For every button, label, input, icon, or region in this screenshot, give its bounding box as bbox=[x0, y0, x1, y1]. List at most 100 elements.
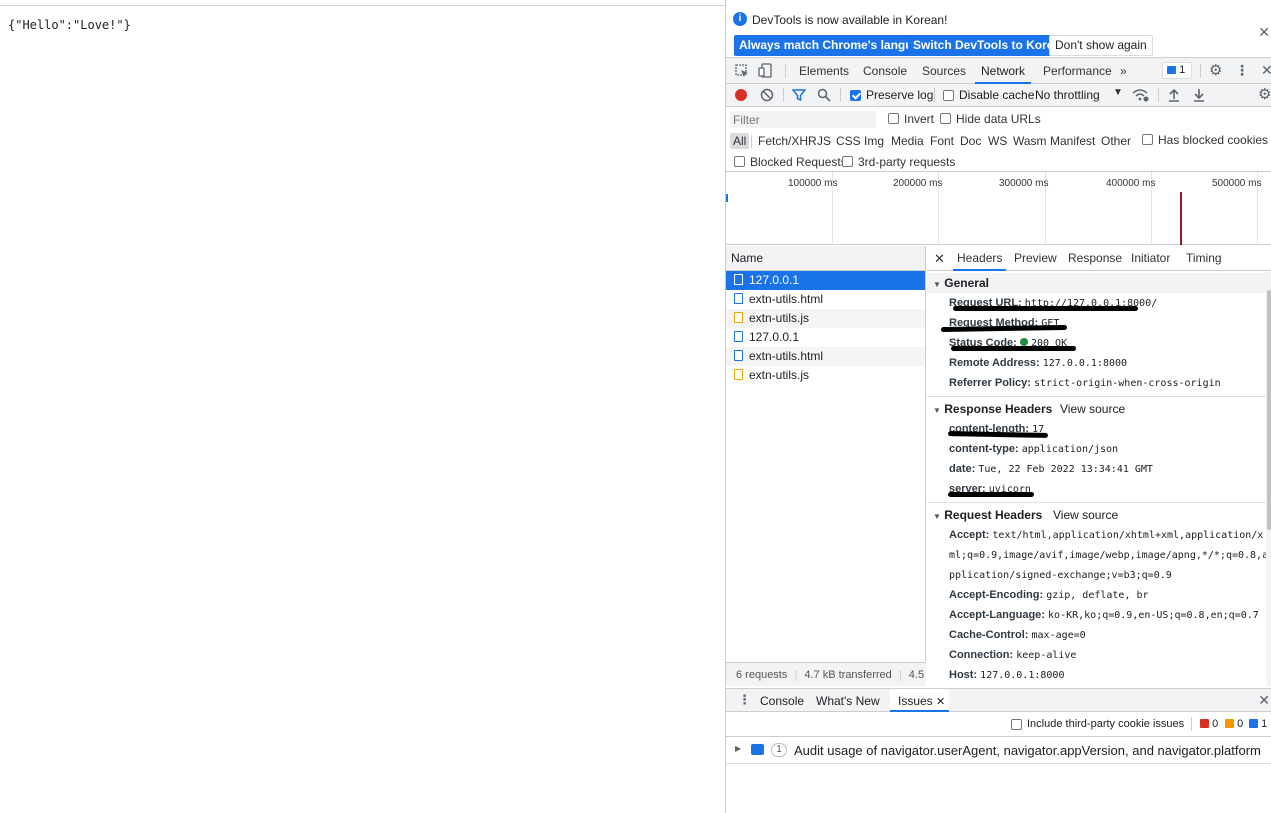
expand-arrow-icon[interactable]: ▶ bbox=[735, 744, 741, 753]
document-icon bbox=[734, 293, 743, 304]
issue-item[interactable]: ▶ 1 Audit usage of navigator.userAgent, … bbox=[726, 738, 1271, 764]
info-message-icon bbox=[1249, 719, 1258, 728]
drawer-menu-icon[interactable]: ⋮ bbox=[738, 692, 751, 708]
header-accept-encoding: Accept-Encoding: gzip, deflate, br bbox=[949, 589, 1149, 601]
invert-checkbox[interactable] bbox=[888, 112, 899, 126]
request-detail-panel: ✕ Headers Preview Response Initiator Tim… bbox=[927, 246, 1271, 686]
issue-error-count: 0 bbox=[1200, 718, 1218, 730]
view-source-link[interactable]: View source bbox=[1053, 505, 1118, 525]
dont-show-again-button[interactable]: Don't show again bbox=[1049, 35, 1153, 56]
search-icon[interactable] bbox=[817, 88, 831, 102]
drawer-tab-issues[interactable]: Issues ✕ bbox=[890, 689, 950, 712]
request-row[interactable]: extn-utils.html bbox=[726, 290, 925, 309]
filter-type-ws[interactable]: WS bbox=[988, 134, 1007, 148]
switch-korean-button[interactable]: Switch DevTools to Korean bbox=[908, 35, 1073, 56]
tab-headers[interactable]: Headers bbox=[953, 246, 1007, 271]
filter-type-img[interactable]: Img bbox=[864, 134, 884, 148]
drawer-tab-console[interactable]: Console bbox=[760, 694, 804, 708]
close-detail-icon[interactable]: ✕ bbox=[934, 246, 945, 271]
header-request-url: Request URL: http://127.0.0.1:8000/ bbox=[949, 297, 1158, 311]
close-icon[interactable]: ✕ bbox=[1258, 24, 1270, 41]
redaction-scribble bbox=[953, 306, 1138, 311]
network-settings-icon[interactable]: ⚙ bbox=[1258, 85, 1271, 103]
record-icon[interactable] bbox=[735, 89, 747, 101]
request-row[interactable]: 127.0.0.1 bbox=[726, 271, 925, 290]
request-row[interactable]: extn-utils.html bbox=[726, 347, 925, 366]
throttling-select[interactable]: No throttling bbox=[1035, 88, 1100, 102]
blocked-requests-checkbox[interactable] bbox=[734, 155, 745, 169]
timeline-tick: 500000 ms bbox=[1212, 178, 1262, 189]
network-overview-timeline[interactable]: 100000 ms 200000 ms 300000 ms 400000 ms … bbox=[726, 172, 1271, 245]
main-tab-bar: Elements Console Sources Network Perform… bbox=[726, 58, 1271, 84]
close-devtools-icon[interactable]: ✕ bbox=[1261, 62, 1271, 79]
timeline-tick: 300000 ms bbox=[999, 178, 1049, 189]
filter-type-wasm[interactable]: Wasm bbox=[1013, 134, 1047, 148]
request-headers-section-header[interactable]: ▼ Request Headers View source bbox=[927, 505, 1271, 525]
inspect-element-icon[interactable] bbox=[735, 64, 749, 78]
filter-type-css[interactable]: CSS bbox=[836, 134, 861, 148]
filter-type-js[interactable]: JS bbox=[817, 134, 831, 148]
header-cache-control: Cache-Control: max-age=0 bbox=[949, 629, 1086, 641]
third-party-label: 3rd-party requests bbox=[858, 155, 956, 169]
tab-elements[interactable]: Elements bbox=[799, 58, 849, 84]
drawer-tab-whats-new[interactable]: What's New bbox=[816, 694, 880, 708]
chevron-down-icon[interactable]: ▼ bbox=[1113, 87, 1123, 98]
tab-timing[interactable]: Timing bbox=[1186, 246, 1222, 271]
transferred-size: 4.7 kB transferred bbox=[804, 669, 892, 681]
tab-console[interactable]: Console bbox=[863, 58, 907, 84]
tab-initiator[interactable]: Initiator bbox=[1131, 246, 1170, 271]
clear-icon[interactable] bbox=[760, 88, 774, 102]
column-header-name[interactable]: Name bbox=[726, 246, 925, 271]
message-icon bbox=[751, 744, 764, 755]
close-drawer-icon[interactable]: ✕ bbox=[1258, 692, 1270, 709]
filter-type-fetch-xhr[interactable]: Fetch/XHR bbox=[758, 134, 817, 148]
filter-type-other[interactable]: Other bbox=[1101, 134, 1131, 148]
more-options-icon[interactable]: ⋮ bbox=[1235, 62, 1249, 79]
third-party-issues-checkbox[interactable] bbox=[1011, 718, 1022, 732]
tab-performance[interactable]: Performance bbox=[1043, 58, 1112, 84]
preserve-log-checkbox[interactable] bbox=[850, 89, 861, 103]
request-row[interactable]: extn-utils.js bbox=[726, 366, 925, 385]
filter-type-font[interactable]: Font bbox=[930, 134, 954, 148]
tab-response[interactable]: Response bbox=[1068, 246, 1122, 271]
hide-data-urls-checkbox[interactable] bbox=[940, 112, 951, 126]
tab-preview[interactable]: Preview bbox=[1014, 246, 1057, 271]
more-tabs-button[interactable]: » bbox=[1120, 58, 1127, 84]
request-row[interactable]: 127.0.0.1 bbox=[726, 328, 925, 347]
import-har-icon[interactable] bbox=[1167, 87, 1181, 102]
tab-network[interactable]: Network bbox=[975, 58, 1032, 84]
network-conditions-icon[interactable] bbox=[1132, 88, 1150, 102]
response-headers-section-header[interactable]: ▼ Response Headers View source bbox=[927, 399, 1271, 419]
hide-data-urls-label: Hide data URLs bbox=[956, 112, 1041, 126]
close-tab-icon[interactable]: ✕ bbox=[936, 696, 945, 708]
timeline-load-marker bbox=[1180, 192, 1182, 245]
general-section-header[interactable]: ▼ General bbox=[927, 273, 1271, 293]
view-source-link[interactable]: View source bbox=[1060, 399, 1125, 419]
device-toolbar-icon[interactable] bbox=[758, 63, 772, 78]
filter-type-media[interactable]: Media bbox=[891, 134, 924, 148]
redaction-scribble bbox=[947, 431, 1049, 438]
drawer-tab-bar: ⋮ Console What's New Issues ✕ ✕ bbox=[726, 688, 1271, 712]
header-content-length: content-length: 17 bbox=[927, 419, 1271, 439]
request-row[interactable]: extn-utils.js bbox=[726, 309, 925, 328]
tab-sources[interactable]: Sources bbox=[922, 58, 966, 84]
settings-gear-icon[interactable]: ⚙ bbox=[1209, 61, 1222, 79]
issues-counter[interactable]: 1 bbox=[1162, 62, 1192, 79]
export-har-icon[interactable] bbox=[1192, 87, 1206, 102]
has-blocked-cookies-checkbox[interactable] bbox=[1142, 133, 1153, 147]
filter-type-doc[interactable]: Doc bbox=[960, 134, 981, 148]
header-remote-address: Remote Address: 127.0.0.1:8000 bbox=[949, 357, 1128, 369]
status-ok-dot-icon bbox=[1019, 338, 1028, 346]
disable-cache-checkbox[interactable] bbox=[943, 89, 954, 103]
document-icon bbox=[734, 274, 743, 285]
filter-icon[interactable] bbox=[792, 88, 806, 102]
redaction-scribble bbox=[948, 492, 1034, 497]
filter-input[interactable] bbox=[730, 111, 876, 128]
devtools-panel: i DevTools is now available in Korean! ✕… bbox=[725, 0, 1271, 813]
filter-type-all[interactable]: All bbox=[730, 133, 750, 149]
third-party-checkbox[interactable] bbox=[842, 155, 853, 169]
filter-type-manifest[interactable]: Manifest bbox=[1050, 134, 1095, 148]
info-icon: i bbox=[733, 12, 747, 26]
detail-scrollbar[interactable] bbox=[1266, 272, 1271, 686]
header-accept-language: Accept-Language: ko-KR,ko;q=0.9,en-US;q=… bbox=[949, 609, 1259, 621]
